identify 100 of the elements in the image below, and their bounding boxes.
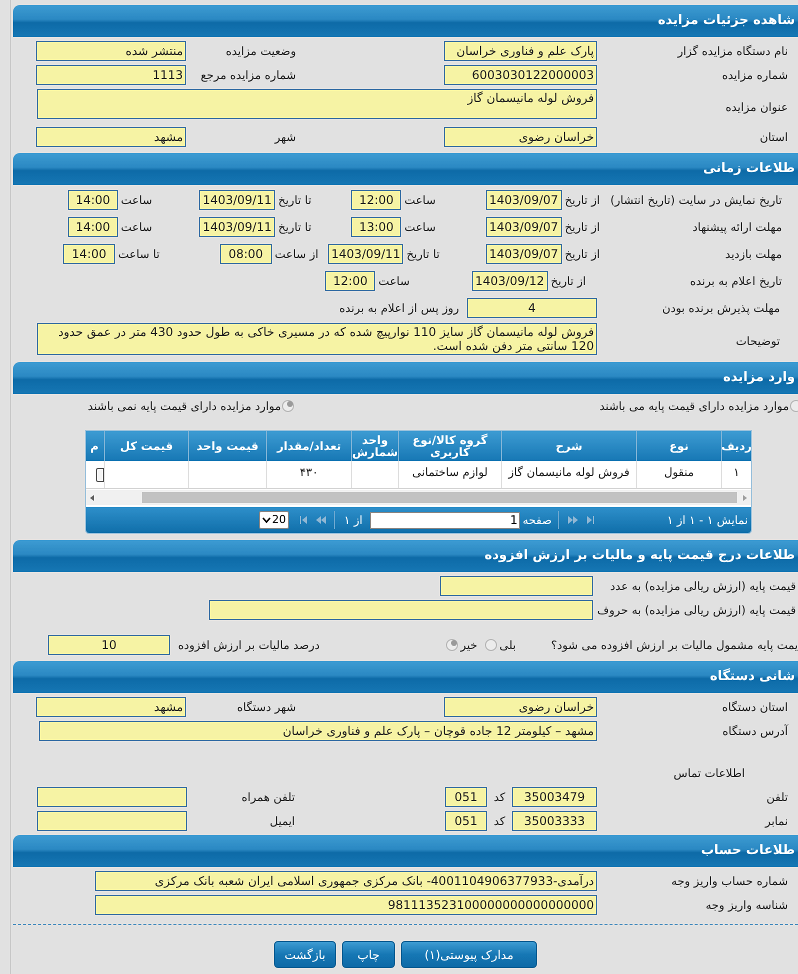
chevron-down-icon: [262, 517, 271, 523]
radio-button[interactable]: [446, 639, 458, 651]
action-button[interactable]: بازگشت: [274, 941, 336, 968]
text-field[interactable]: 12:00: [325, 271, 376, 291]
text-field[interactable]: 1403/09/11: [328, 244, 404, 264]
text-field[interactable]: 08:00: [220, 244, 272, 264]
text-field[interactable]: منتشر شده: [36, 41, 186, 61]
page-size-select[interactable]: 20: [259, 511, 289, 529]
scroll-right-icon[interactable]: [741, 494, 749, 502]
text-field[interactable]: مشهد: [36, 697, 186, 717]
field-label: موارد مزایده دارای قیمت پایه می باشند: [599, 398, 789, 415]
column-header[interactable]: ردیف: [721, 431, 751, 461]
radio-button[interactable]: [282, 400, 294, 412]
scrollbar-thumb[interactable]: [142, 492, 737, 503]
field-label: نمابر: [764, 813, 789, 830]
text-field[interactable]: 14:00: [68, 190, 118, 210]
text-field[interactable]: 1403/09/07: [486, 190, 562, 210]
action-button[interactable]: مدارک پیوستی(۱): [401, 941, 537, 968]
table-cell: ۱: [721, 461, 751, 488]
text-field[interactable]: مشهد: [36, 127, 186, 147]
text-field[interactable]: 10: [48, 635, 170, 655]
text-field[interactable]: 13:00: [351, 217, 402, 237]
text-field[interactable]: درآمدی-4001104906377933- بانک مرکزی جمهوری اسلامی ایران شعبه بانک مرکزی: [95, 871, 597, 891]
text-field[interactable]: 1403/09/11: [199, 217, 276, 237]
field-label: از تاریخ: [564, 219, 600, 236]
text-area[interactable]: فروش لوله مانیسمان گاز سایز 110 نوارپیچ شده که در مسیری خاکی به طول حدود 430 متر در عمق حدود 120 سانتی متر دفن شده است.: [37, 323, 597, 355]
text-field[interactable]: مشهد – کیلومتر 12 جاده قوچان – پارک علم و فناوری خراسان: [39, 721, 597, 741]
next-page-icon[interactable]: [315, 515, 329, 525]
text-field[interactable]: 12:00: [351, 190, 402, 210]
text-field[interactable]: 051: [445, 811, 487, 831]
column-header[interactable]: تعداد/مقدار: [266, 431, 351, 461]
field-label: استان دستگاه: [720, 699, 789, 716]
text-area[interactable]: فروش لوله مانیسمان گاز: [37, 89, 597, 119]
text-field[interactable]: 1403/09/07: [486, 217, 562, 237]
row-action-button[interactable]: [96, 468, 104, 482]
field-label: ساعت: [120, 192, 152, 209]
text-field[interactable]: 1113: [36, 65, 186, 85]
horizontal-scrollbar[interactable]: [86, 490, 751, 505]
field-label: ایمیل: [268, 813, 296, 830]
text-field[interactable]: 35003479: [512, 787, 597, 807]
field-label: تلفن: [765, 789, 789, 806]
column-header[interactable]: قیمت واحد: [188, 431, 266, 461]
field-label: توضیحات: [734, 333, 781, 350]
field-label: ساعت: [403, 192, 436, 209]
column-header[interactable]: واحد شمارش: [351, 431, 398, 461]
column-header[interactable]: قیمت کل: [104, 431, 188, 461]
radio-button[interactable]: [485, 639, 498, 651]
text-field[interactable]: [209, 600, 593, 620]
field-label: موارد مزایده دارای قیمت پایه نمی باشند: [88, 398, 281, 415]
text-field[interactable]: [37, 811, 187, 831]
field-label: از تاریخ: [550, 273, 586, 290]
field-label: صفحه: [522, 512, 552, 529]
field-label: شناسه واریز وجه: [704, 897, 789, 914]
text-field[interactable]: 6003030122000003: [444, 65, 597, 85]
field-label: روز پس از اعلام به برنده: [339, 300, 459, 317]
field-label: قیمت پایه (ارزش ریالی مزایده) به حروف: [599, 602, 797, 619]
field-label: شهر: [273, 129, 297, 146]
action-button[interactable]: چاپ: [342, 941, 395, 968]
field-label: ساعت: [403, 219, 436, 236]
field-label: آدرس دستگاه: [721, 723, 790, 740]
text-field[interactable]: 1403/09/12: [472, 271, 548, 291]
section-header: طلاعات زمانی: [13, 153, 798, 185]
field-label: ساعت: [120, 219, 152, 236]
text-field[interactable]: پارک علم و فناوری خراسان: [444, 41, 597, 61]
section-header: شاهده جزئیات مزایده: [13, 5, 798, 37]
field-label: شماره مزایده مرجع: [200, 67, 297, 84]
scroll-left-icon[interactable]: [88, 494, 96, 502]
text-field[interactable]: [440, 576, 593, 596]
field-label: بلی: [499, 637, 516, 654]
field-label: وضعیت مزایده: [224, 43, 297, 60]
field-label: تا تاریخ: [277, 192, 312, 209]
column-header[interactable]: شرح: [501, 431, 636, 461]
page-number-field[interactable]: 1: [370, 512, 520, 528]
text-field[interactable]: 35003333: [512, 811, 597, 831]
text-field[interactable]: 14:00: [68, 217, 118, 237]
text-field[interactable]: 051: [445, 787, 487, 807]
text-field[interactable]: 981113523100000000000000000: [95, 895, 597, 915]
text-field[interactable]: خراسان رضوی: [444, 697, 597, 717]
field-label: تا تاریخ: [277, 219, 312, 236]
column-header[interactable]: گروه کالا/نوع کاربری: [398, 431, 501, 461]
table-cell: منقول: [636, 461, 721, 488]
section-header: شانی دستگاه: [13, 661, 798, 693]
column-header[interactable]: م: [86, 431, 104, 461]
text-field[interactable]: 14:00: [63, 244, 116, 264]
field-label: مهلت ارائه پیشنهاد: [691, 219, 783, 236]
field-label: استان: [758, 129, 789, 146]
text-field[interactable]: خراسان رضوی: [444, 127, 597, 147]
section-header: طلاعات حساب: [13, 835, 798, 867]
text-field[interactable]: 1403/09/11: [199, 190, 276, 210]
field-label: یمت پایه مشمول مالیات بر ارزش افزوده می شود؟: [550, 637, 798, 654]
field-label: کد: [492, 813, 506, 830]
field-label: شماره حساب واریز وجه: [670, 873, 789, 890]
table-cell: فروش لوله مانیسمان گاز: [501, 461, 636, 488]
page-size-value: 20: [272, 512, 286, 528]
field-label: تا ساعت: [117, 246, 160, 263]
text-field[interactable]: 4: [467, 298, 597, 318]
text-field[interactable]: 1403/09/07: [486, 244, 562, 264]
text-field[interactable]: [37, 787, 187, 807]
column-header[interactable]: نوع: [636, 431, 721, 461]
field-label: اطلاعات تماس: [674, 765, 746, 782]
